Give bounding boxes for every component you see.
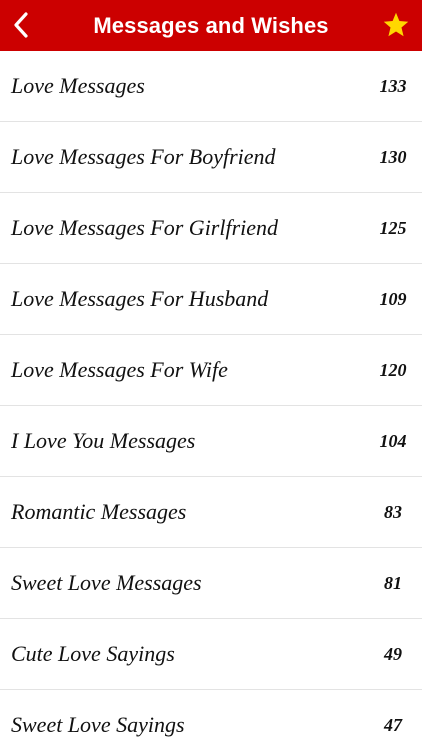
- item-label: Sweet Love Messages: [11, 570, 202, 595]
- item-label: Cute Love Sayings: [11, 641, 175, 666]
- item-label: Romantic Messages: [11, 499, 187, 524]
- category-list: Love Messages 133 Love Messages For Boyf…: [0, 51, 422, 750]
- back-button[interactable]: [6, 6, 36, 44]
- page-title: Messages and Wishes: [93, 12, 329, 38]
- item-count: 120: [379, 359, 407, 380]
- item-count: 49: [384, 643, 402, 664]
- list-item[interactable]: Cute Love Sayings 49: [0, 619, 422, 690]
- list-item[interactable]: Sweet Love Sayings 47: [0, 690, 422, 750]
- item-count: 109: [379, 288, 407, 309]
- item-label: Sweet Love Sayings: [11, 712, 185, 737]
- item-label: Love Messages: [11, 73, 145, 98]
- list-item[interactable]: Love Messages For Wife 120: [0, 335, 422, 406]
- item-label: Love Messages For Wife: [11, 357, 228, 382]
- chevron-left-icon: [14, 12, 28, 38]
- item-label: Love Messages For Husband: [11, 286, 269, 311]
- star-icon: [383, 12, 409, 37]
- item-count: 47: [384, 714, 402, 735]
- favorite-button[interactable]: [380, 9, 412, 41]
- app-screen: Messages and Wishes Love Messages 133 Lo…: [0, 0, 422, 750]
- item-label: Love Messages For Boyfriend: [11, 144, 276, 169]
- item-count: 104: [379, 430, 407, 451]
- item-label: Love Messages For Girlfriend: [11, 215, 279, 240]
- item-label: I Love You Messages: [11, 428, 196, 453]
- list-item[interactable]: Love Messages For Boyfriend 130: [0, 122, 422, 193]
- item-count: 130: [379, 146, 407, 167]
- item-count: 81: [384, 572, 402, 593]
- list-item[interactable]: Sweet Love Messages 81: [0, 548, 422, 619]
- list-item[interactable]: Romantic Messages 83: [0, 477, 422, 548]
- list-item[interactable]: Love Messages 133: [0, 51, 422, 122]
- item-count: 83: [384, 501, 402, 522]
- list-item[interactable]: Love Messages For Husband 109: [0, 264, 422, 335]
- item-count: 133: [379, 75, 407, 96]
- list-item[interactable]: Love Messages For Girlfriend 125: [0, 193, 422, 264]
- item-count: 125: [379, 217, 407, 238]
- navigation-bar: Messages and Wishes: [0, 0, 422, 51]
- list-item[interactable]: I Love You Messages 104: [0, 406, 422, 477]
